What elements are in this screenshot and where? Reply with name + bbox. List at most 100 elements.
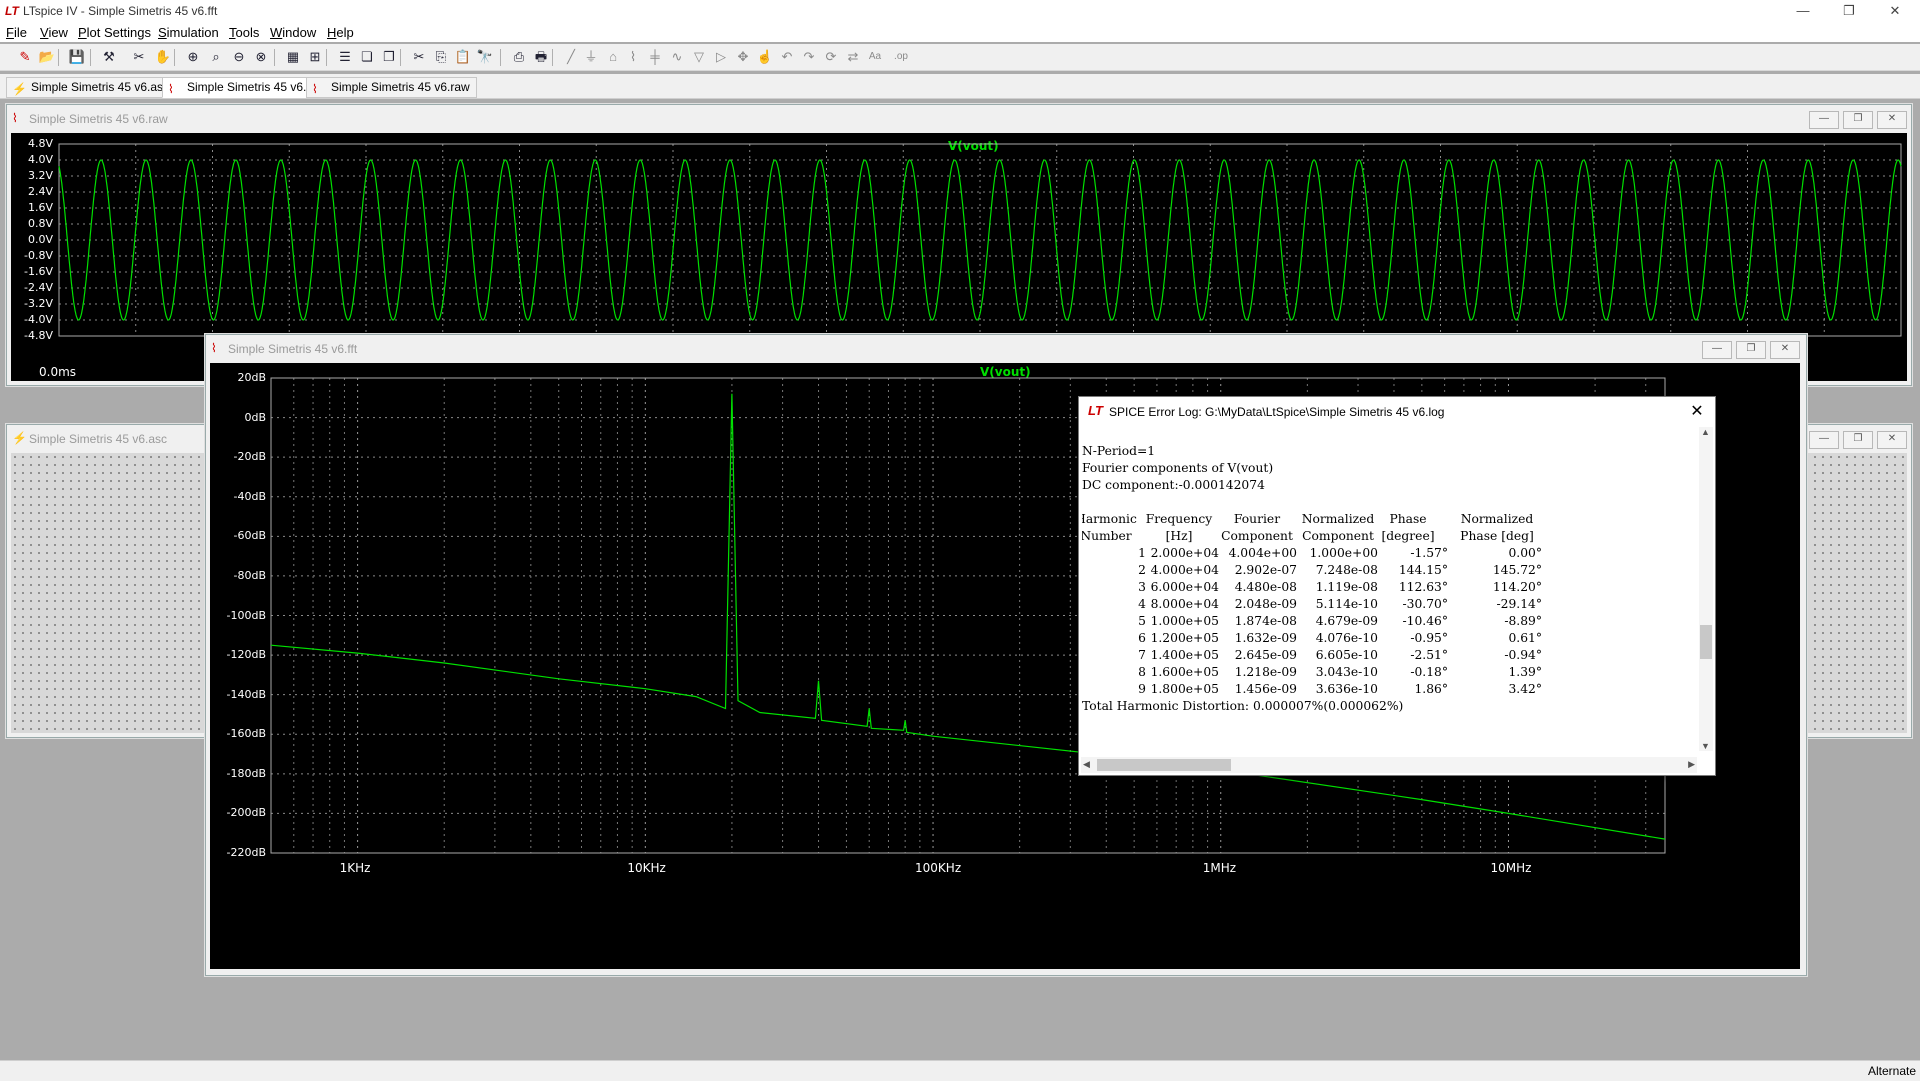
close-button[interactable]: ✕: [1872, 0, 1918, 22]
window-title: LTspice IV - Simple Simetris 45 v6.fft: [23, 4, 218, 18]
restore-button[interactable]: ❐: [1826, 0, 1872, 22]
asc-minimize-button[interactable]: —: [1809, 431, 1839, 449]
mark-icon[interactable]: ⊞: [306, 48, 324, 66]
cut-icon[interactable]: ✂: [410, 48, 428, 66]
log-cell: Phase: [1389, 512, 1427, 526]
scroll-down-icon[interactable]: ▼: [1701, 741, 1710, 751]
toolbar: ✎ 📂 💾 ⚒ ✂ ✋ ⊕ ⌕ ⊖ ⊗ ▦ ⊞ ☰ ❏ ❐ ✂ ⎘ 📋 🔭 ⎙ 🖶 ╱ ⏚ ⌂ ⌇ ╪ ∿ ▽ ▷ ✥ ☝ ↶ ↷ ⟳ ⇄ Aa .op: [0, 44, 1920, 71]
zoom-in-icon[interactable]: ⊕: [184, 48, 202, 66]
toolbar-separator: [326, 49, 327, 66]
menu-simulation[interactable]: Simulation: [158, 25, 219, 40]
error-log-text[interactable]: N-Period=1 Fourier components of V(vout) D…: [1082, 443, 1686, 743]
fft-window-title: Simple Simetris 45 v6.fft: [228, 342, 358, 356]
menu-window[interactable]: Window: [270, 25, 316, 40]
tab-raw[interactable]: ⌇ Simple Simetris 45 v6.raw: [306, 77, 477, 98]
scroll-up-icon[interactable]: ▲: [1701, 427, 1710, 437]
tile-vertical-icon[interactable]: ❐: [380, 48, 398, 66]
scroll-left-icon[interactable]: ◀: [1083, 759, 1090, 770]
spice-directive-icon[interactable]: .op: [892, 48, 910, 66]
raw-x-start-label: 0.0ms: [39, 365, 77, 379]
menu-file[interactable]: File: [6, 25, 27, 40]
halt-icon[interactable]: ✋: [154, 48, 172, 66]
ltspice-logo-icon: LT: [5, 4, 19, 18]
cascade-icon[interactable]: ❏: [358, 48, 376, 66]
log-cell: 3: [1138, 580, 1146, 594]
resistor-icon[interactable]: ⌇: [624, 48, 642, 66]
copy-icon[interactable]: ⎘: [432, 48, 450, 66]
new-schematic-icon[interactable]: ✎: [16, 48, 34, 66]
menubar: File View Plot Settings Simulation Tools Wind…: [0, 22, 1920, 42]
log-cell: 145.72°: [1492, 563, 1542, 577]
redo-icon[interactable]: ↷: [800, 48, 818, 66]
log-cell: 2: [1138, 563, 1146, 577]
log-cell: Normalized: [1460, 512, 1534, 526]
asc-restore-button[interactable]: ❐: [1843, 431, 1873, 449]
waveform-icon: ⌇: [12, 111, 18, 125]
tab-label: Simple Simetris 45 v6.asc: [31, 80, 170, 94]
log-cell: 2.645e-09: [1234, 648, 1297, 662]
log-header-row: Harmonic Frequency Fourier Normalized Phase N…: [1082, 511, 1686, 528]
log-cell: 3.043e-10: [1315, 665, 1378, 679]
tab-fft[interactable]: ⌇ Simple Simetris 45 v6.fft: [162, 77, 324, 98]
log-cell: 6.605e-10: [1315, 648, 1378, 662]
log-cell: Component: [1302, 529, 1374, 543]
open-icon[interactable]: 📂: [38, 48, 56, 66]
print-icon[interactable]: ⎙: [510, 48, 528, 66]
drag-icon[interactable]: ☝: [756, 48, 774, 66]
diode-icon[interactable]: ▽: [690, 48, 708, 66]
zoom-out-icon[interactable]: ⊖: [230, 48, 248, 66]
text-icon[interactable]: Aa: [866, 48, 884, 66]
error-log-vertical-scrollbar[interactable]: ▲ ▼: [1699, 427, 1713, 751]
wire-icon[interactable]: ╱: [562, 48, 580, 66]
zoom-area-icon[interactable]: ⌕: [207, 48, 225, 66]
log-cell: 3.42°: [1508, 682, 1542, 696]
menu-plot-settings[interactable]: Plot Settings: [78, 25, 151, 40]
component-icon[interactable]: ▷: [712, 48, 730, 66]
vertical-scroll-thumb[interactable]: [1700, 625, 1712, 659]
log-cell: -8.89°: [1504, 614, 1542, 628]
log-cell: 1: [1138, 546, 1146, 560]
ground-icon[interactable]: ⏚: [582, 48, 600, 66]
print-setup-icon[interactable]: 🖶: [532, 48, 550, 66]
autorange-icon[interactable]: ▦: [284, 48, 302, 66]
run-icon[interactable]: ✂: [130, 48, 148, 66]
raw-minimize-button[interactable]: —: [1809, 111, 1839, 129]
paste-icon[interactable]: 📋: [454, 48, 472, 66]
log-cell: -1.57°: [1410, 546, 1448, 560]
undo-icon[interactable]: ↶: [778, 48, 796, 66]
tab-asc[interactable]: ⚡ Simple Simetris 45 v6.asc: [6, 77, 177, 98]
log-cell: 4.679e-09: [1315, 614, 1378, 628]
fft-close-button[interactable]: ✕: [1770, 341, 1800, 359]
menu-help[interactable]: Help: [327, 25, 354, 40]
log-data-row: 6 1.200e+05 1.632e-09 4.076e-10 -0.95° 0.61°: [1082, 630, 1686, 647]
rotate-icon[interactable]: ⟳: [822, 48, 840, 66]
log-cell: -2.51°: [1410, 648, 1448, 662]
menu-view[interactable]: View: [40, 25, 68, 40]
capacitor-icon[interactable]: ╪: [646, 48, 664, 66]
raw-close-button[interactable]: ✕: [1877, 111, 1907, 129]
error-log-title: SPICE Error Log: G:\MyData\LtSpice\Simpl…: [1109, 405, 1445, 419]
save-icon[interactable]: 💾: [68, 48, 86, 66]
error-log-close-button[interactable]: ✕: [1687, 401, 1707, 421]
error-log-horizontal-scrollbar[interactable]: ◀ ▶: [1081, 757, 1697, 773]
tile-horizontal-icon[interactable]: ☰: [336, 48, 354, 66]
zoom-fit-icon[interactable]: ⊗: [252, 48, 270, 66]
log-cell: 0.00°: [1508, 546, 1542, 560]
log-cell: 4.000e+04: [1150, 563, 1219, 577]
status-text: Alternate: [1867, 1064, 1916, 1078]
horizontal-scroll-thumb[interactable]: [1097, 759, 1231, 771]
mirror-icon[interactable]: ⇄: [844, 48, 862, 66]
inductor-icon[interactable]: ∿: [668, 48, 686, 66]
control-panel-icon[interactable]: ⚒: [100, 48, 118, 66]
fft-minimize-button[interactable]: —: [1702, 341, 1732, 359]
minimize-button[interactable]: —: [1780, 0, 1826, 22]
asc-close-button[interactable]: ✕: [1877, 431, 1907, 449]
menu-tools[interactable]: Tools: [229, 25, 259, 40]
scroll-right-icon[interactable]: ▶: [1688, 759, 1695, 770]
label-icon[interactable]: ⌂: [604, 48, 622, 66]
fft-restore-button[interactable]: ❐: [1736, 341, 1766, 359]
find-icon[interactable]: 🔭: [476, 48, 494, 66]
raw-restore-button[interactable]: ❐: [1843, 111, 1873, 129]
move-icon[interactable]: ✥: [734, 48, 752, 66]
